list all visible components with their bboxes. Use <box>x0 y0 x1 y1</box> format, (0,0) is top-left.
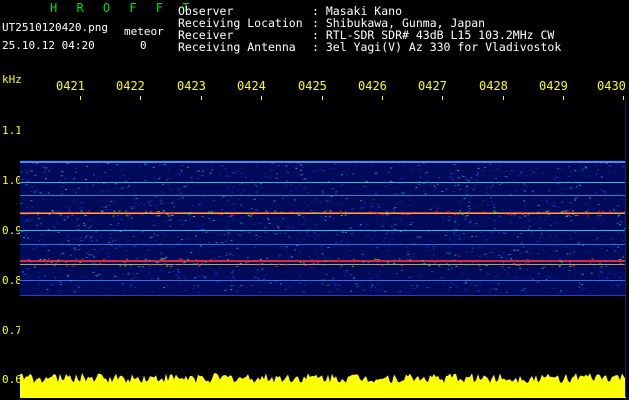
y-tick-label: 0.9 <box>2 224 22 237</box>
file-name: UT2510120420.png <box>2 21 108 34</box>
y-tick-label: 0.8 <box>2 274 22 287</box>
capture-datetime: 25.10.12 04:20 <box>2 39 95 52</box>
x-tick-label: 0425 <box>298 79 327 93</box>
brand-title: H R O F F T <box>50 1 196 15</box>
y-unit-label: kHz <box>2 73 22 86</box>
x-tick-label: 0427 <box>418 79 447 93</box>
antenna-value: : 3el Yagi(V) Az 330 for Vladivostok <box>312 40 562 54</box>
x-tick-label: 0426 <box>358 79 387 93</box>
y-tick-label: 0.6 <box>2 373 22 386</box>
x-tick-label: 0424 <box>237 79 266 93</box>
plot-baseline <box>20 397 626 398</box>
x-tick-label: 0421 <box>56 79 85 93</box>
x-tick-label: 0422 <box>116 79 145 93</box>
x-tick-label: 0429 <box>539 79 568 93</box>
plot-right-edge <box>625 100 626 397</box>
meteor-count: 0 <box>140 39 147 52</box>
y-tick-label: 1.0 <box>2 174 22 187</box>
y-tick-label: 0.7 <box>2 324 22 337</box>
meteor-label: meteor <box>124 25 164 38</box>
spectrogram-plot <box>20 100 626 397</box>
x-tick-label: 0428 <box>479 79 508 93</box>
spectrogram-canvas <box>20 160 626 397</box>
antenna-label: Receiving Antenna <box>178 40 296 54</box>
y-tick-label: 1.1 <box>2 124 22 137</box>
x-tick-label: 0423 <box>177 79 206 93</box>
x-tick-label: 0430 <box>597 79 626 93</box>
